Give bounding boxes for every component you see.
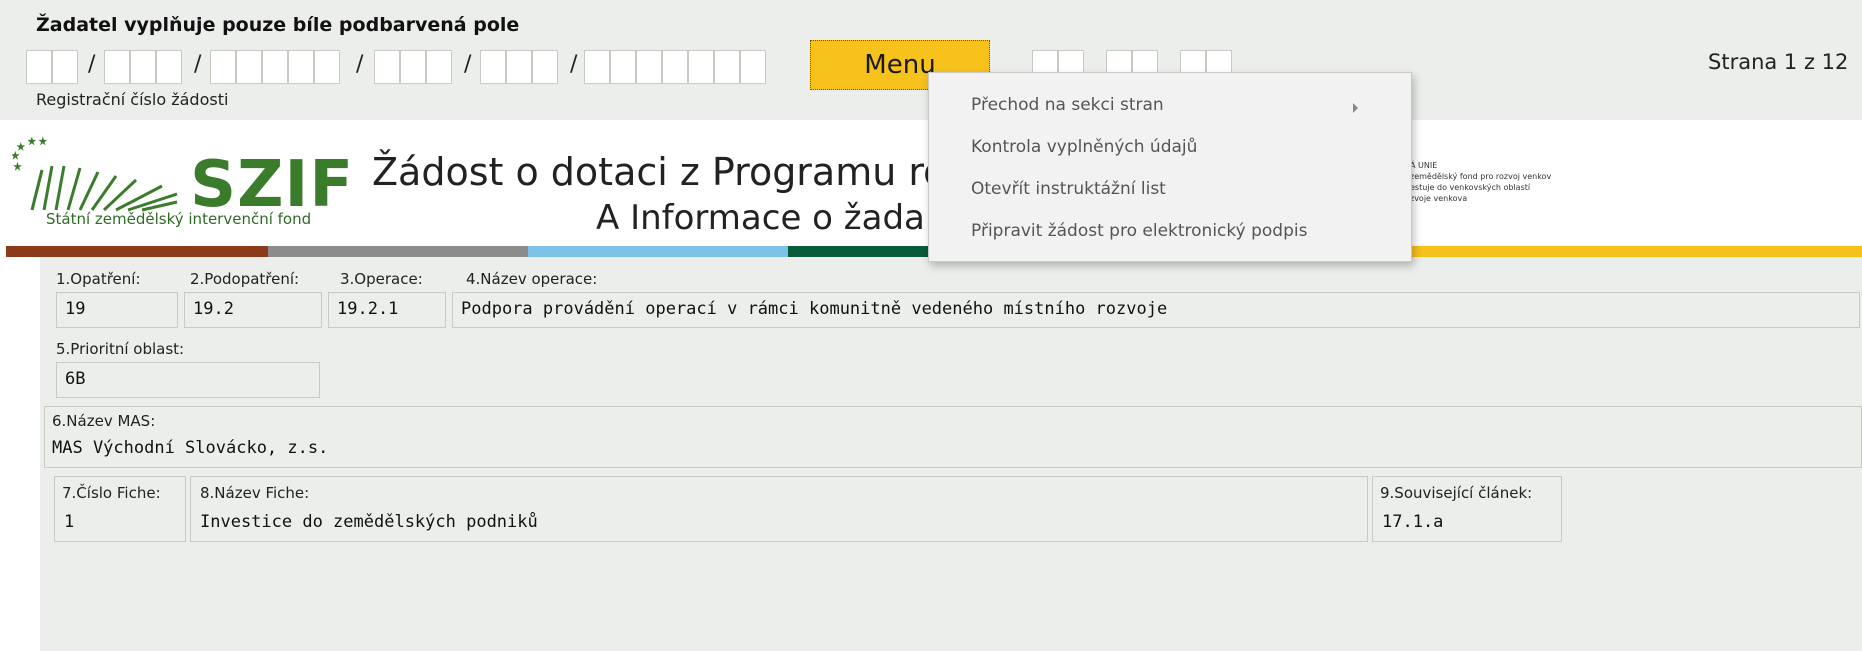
eu-info-block: Á UNIE zemědělský fond pro rozvoj venkov… <box>1410 160 1862 204</box>
eu-line: zvoje venkova <box>1410 194 1468 203</box>
reg-digit-box[interactable] <box>374 50 400 84</box>
eu-line: Á UNIE <box>1410 161 1438 170</box>
eu-line: zemědělský fond pro rozvoj venkov <box>1410 172 1552 181</box>
operace-field[interactable]: 19.2.1 <box>328 292 446 328</box>
nazev-mas-field[interactable]: MAS Východní Slovácko, z.s. <box>46 434 1860 470</box>
nazev-mas-label: 6.Název MAS: <box>52 412 156 430</box>
souvisejici-clanek-field[interactable]: 17.1.a <box>1374 506 1560 542</box>
reg-digit-box[interactable] <box>104 50 130 84</box>
reg-digit-box[interactable] <box>584 50 610 84</box>
reg-digit-box[interactable] <box>314 50 340 84</box>
page-indicator: Strana 1 z 12 <box>1708 50 1849 74</box>
left-stripe <box>0 257 40 651</box>
band-segment <box>528 246 788 257</box>
reg-digit-box[interactable] <box>506 50 532 84</box>
opatreni-label: 1.Opatření: <box>56 270 141 288</box>
souvisejici-clanek-label: 9.Související článek: <box>1380 484 1533 502</box>
reg-digit-box[interactable] <box>714 50 740 84</box>
logo-subtitle: Státní zemědělský intervenční fond <box>46 210 312 228</box>
reg-separator: / <box>88 52 96 77</box>
reg-digit-box[interactable] <box>662 50 688 84</box>
menu-dropdown: Přechod na sekci stran Kontrola vyplněný… <box>928 72 1412 262</box>
reg-digit-box[interactable] <box>740 50 766 84</box>
reg-digit-box[interactable] <box>610 50 636 84</box>
reg-digit-box[interactable] <box>210 50 236 84</box>
menu-item-open-instructions[interactable]: Otevřít instruktážní list <box>971 179 1166 199</box>
reg-digit-box[interactable] <box>156 50 182 84</box>
nazev-operace-label: 4.Název operace: <box>466 270 598 288</box>
reg-digit-box[interactable] <box>262 50 288 84</box>
reg-digit-box[interactable] <box>26 50 52 84</box>
nazev-fiche-label: 8.Název Fiche: <box>200 484 310 502</box>
podopatreni-field[interactable]: 19.2 <box>184 292 322 328</box>
menu-item-section-navigation[interactable]: Přechod na sekci stran <box>971 95 1164 115</box>
reg-separator: / <box>570 52 578 77</box>
reg-digit-box[interactable] <box>400 50 426 84</box>
reg-separator: / <box>464 52 472 77</box>
reg-digit-box[interactable] <box>688 50 714 84</box>
reg-digit-box[interactable] <box>52 50 78 84</box>
reg-separator: / <box>356 52 364 77</box>
reg-digit-box[interactable] <box>480 50 506 84</box>
eu-line: estuje do venkovských oblastí <box>1410 183 1531 192</box>
band-segment <box>268 246 528 257</box>
reg-separator: / <box>194 52 202 77</box>
instruction-text: Žadatel vyplňuje pouze bíle podbarvená p… <box>36 14 520 36</box>
reg-digit-box[interactable] <box>130 50 156 84</box>
prioritni-oblast-label: 5.Prioritní oblast: <box>56 340 185 358</box>
operace-label: 3.Operace: <box>340 270 423 288</box>
document-subtitle: A Informace o žada <box>596 198 925 238</box>
reg-digit-box[interactable] <box>426 50 452 84</box>
band-segment <box>6 246 268 257</box>
reg-digit-box[interactable] <box>288 50 314 84</box>
opatreni-field[interactable]: 19 <box>56 292 178 328</box>
menu-item-prepare-signature[interactable]: Připravit žádost pro elektronický podpis <box>971 221 1307 241</box>
prioritni-oblast-field[interactable]: 6B <box>56 362 320 398</box>
cislo-fiche-label: 7.Číslo Fiche: <box>62 484 161 502</box>
band-segment <box>1410 246 1862 257</box>
reg-digit-box[interactable] <box>636 50 662 84</box>
nazev-operace-field[interactable]: Podpora provádění operací v rámci komuni… <box>452 292 1860 328</box>
submenu-arrow-icon <box>1353 103 1358 113</box>
document-title: Žádost o dotaci z Programu ro <box>372 150 947 194</box>
podopatreni-label: 2.Podopatření: <box>190 270 300 288</box>
nazev-fiche-field[interactable]: Investice do zemědělských podniků <box>192 506 1364 542</box>
reg-digit-box[interactable] <box>532 50 558 84</box>
registration-label: Registrační číslo žádosti <box>36 90 229 109</box>
reg-digit-box[interactable] <box>236 50 262 84</box>
menu-item-check-data[interactable]: Kontrola vyplněných údajů <box>971 137 1197 157</box>
cislo-fiche-field[interactable]: 1 <box>56 506 184 542</box>
